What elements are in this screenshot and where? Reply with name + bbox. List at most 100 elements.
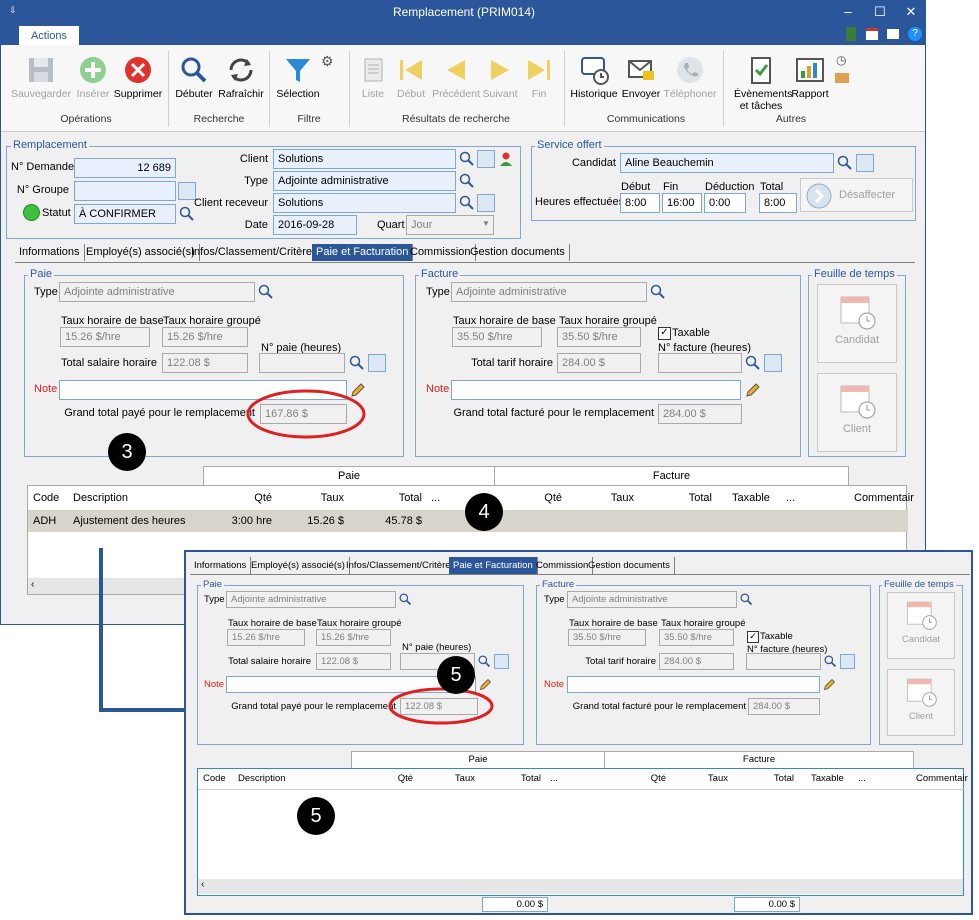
list-button[interactable]: Liste xyxy=(356,54,390,100)
search-icon[interactable] xyxy=(458,194,476,212)
close-button[interactable]: ✕ xyxy=(900,3,922,21)
col-paie-qte[interactable]: Qté xyxy=(373,773,413,784)
quart-select[interactable]: Jour xyxy=(406,215,494,235)
start-search-button[interactable]: Débuter xyxy=(173,54,215,100)
lock-icon[interactable] xyxy=(887,29,899,39)
col-paie-taux[interactable]: Taux xyxy=(433,773,475,784)
facture-type-field[interactable]: Adjointe administrative xyxy=(567,591,737,608)
fin-field[interactable]: 16:00 xyxy=(662,193,702,213)
facture-note-field[interactable] xyxy=(451,380,741,400)
tab-actions[interactable]: Actions xyxy=(18,25,80,46)
col-facture-qte[interactable]: Qté xyxy=(518,492,562,504)
col-paie-more[interactable]: ... xyxy=(550,773,558,784)
history-button[interactable]: Historique xyxy=(568,54,620,100)
paie-taux-base-field[interactable]: 15.26 $/hre xyxy=(227,629,305,646)
search-icon[interactable] xyxy=(257,283,275,301)
tab-informations[interactable]: Informations xyxy=(15,244,85,261)
facture-taux-groupe-field[interactable]: 35.50 $/hre xyxy=(659,629,734,646)
folder-search-icon[interactable] xyxy=(477,150,495,168)
groupe-field[interactable] xyxy=(74,181,176,201)
client-receveur-field[interactable]: Solutions xyxy=(273,193,456,213)
col-facture-total[interactable]: Total xyxy=(658,492,712,504)
taxable-checkbox[interactable]: ✓ xyxy=(658,327,671,340)
date-field[interactable]: 2016-09-28 xyxy=(273,215,357,235)
search-icon[interactable] xyxy=(649,283,667,301)
feuille-client-button[interactable]: Client xyxy=(817,373,897,452)
deduction-field[interactable]: 0:00 xyxy=(704,193,746,213)
calendar-icon[interactable] xyxy=(866,28,878,40)
first-button[interactable]: Début xyxy=(393,54,429,100)
feuille-candidat-button[interactable]: Candidat xyxy=(817,284,897,363)
desaffecter-button[interactable]: Désaffecter xyxy=(800,178,913,212)
report-button[interactable]: Rapport xyxy=(788,54,832,100)
col-taxable[interactable]: Taxable xyxy=(732,492,770,504)
scroll-left-icon[interactable]: ‹ xyxy=(201,879,204,890)
tab-employes[interactable]: Employé(s) associé(s) xyxy=(247,557,350,574)
facture-type-field[interactable]: Adjointe administrative xyxy=(451,282,647,302)
total-tarif-field[interactable]: 284.00 $ xyxy=(659,653,734,670)
search-icon[interactable] xyxy=(348,354,366,372)
col-commentaire[interactable]: Commentair xyxy=(916,773,968,784)
pencil-icon[interactable] xyxy=(822,677,837,692)
facture-taux-groupe-field[interactable]: 35.50 $/hre xyxy=(557,327,641,347)
insert-button[interactable]: Insérer xyxy=(73,54,113,100)
col-paie-qte[interactable]: Qté xyxy=(228,492,272,504)
paie-type-field[interactable]: Adjointe administrative xyxy=(59,282,255,302)
col-paie-total[interactable]: Total xyxy=(493,773,541,784)
taxable-checkbox[interactable]: ✓ xyxy=(747,631,759,643)
tab-infos-classement[interactable]: Infos/Classement/Critères xyxy=(187,244,323,261)
total-salaire-field[interactable]: 122.08 $ xyxy=(316,653,391,670)
col-description[interactable]: Description xyxy=(238,773,286,784)
col-facture-qte[interactable]: Qté xyxy=(626,773,666,784)
selection-button[interactable]: Sélection xyxy=(273,54,323,100)
tab-paie-facturation[interactable]: Paie et Facturation xyxy=(449,557,538,574)
delete-button[interactable]: Supprimer xyxy=(112,54,164,100)
tab-employes[interactable]: Employé(s) associé(s) xyxy=(82,244,200,261)
search-icon[interactable] xyxy=(836,154,854,172)
feuille-client-button[interactable]: Client xyxy=(887,669,955,736)
calculator-icon[interactable] xyxy=(846,27,856,41)
paie-taux-groupe-field[interactable]: 15.26 $/hre xyxy=(162,327,248,347)
events-button[interactable]: Évènements et tâches xyxy=(734,54,792,112)
col-facture-more[interactable]: ... xyxy=(786,492,795,504)
paie-taux-groupe-field[interactable]: 15.26 $/hre xyxy=(316,629,391,646)
chevron-down-icon[interactable]: ▼ xyxy=(482,219,490,228)
gear-icon[interactable]: ⚙ xyxy=(321,53,334,70)
col-description[interactable]: Description xyxy=(73,492,128,504)
search-icon[interactable] xyxy=(398,592,413,607)
total-field[interactable]: 8:00 xyxy=(759,193,797,213)
send-button[interactable]: Envoyer xyxy=(621,54,661,100)
col-taxable[interactable]: Taxable xyxy=(811,773,844,784)
demande-field[interactable]: 12 689 xyxy=(74,158,176,178)
client-field[interactable]: Solutions xyxy=(273,149,456,169)
search-icon[interactable] xyxy=(739,592,754,607)
facture-grand-total-field[interactable]: 284.00 $ xyxy=(658,404,742,424)
folder-search-icon[interactable] xyxy=(368,354,386,372)
col-paie-taux[interactable]: Taux xyxy=(298,492,344,504)
next-button[interactable]: Suivant xyxy=(481,54,519,100)
search-icon[interactable] xyxy=(823,654,838,669)
maximize-button[interactable]: ☐ xyxy=(869,3,891,21)
tab-informations[interactable]: Informations xyxy=(190,557,252,574)
feuille-candidat-button[interactable]: Candidat xyxy=(887,592,955,659)
facture-taux-base-field[interactable]: 35.50 $/hre xyxy=(452,327,542,347)
paie-taux-base-field[interactable]: 15.26 $/hre xyxy=(60,327,150,347)
nfacture-field[interactable] xyxy=(746,653,821,670)
paie-type-field[interactable]: Adjointe administrative xyxy=(226,591,396,608)
total-tarif-field[interactable]: 284.00 $ xyxy=(557,353,641,373)
horizontal-scrollbar[interactable]: ‹ xyxy=(198,879,963,894)
minimize-button[interactable]: – xyxy=(837,3,859,21)
col-commentaire[interactable]: Commentair xyxy=(854,492,914,504)
search-icon[interactable] xyxy=(744,354,762,372)
search-icon[interactable] xyxy=(458,150,476,168)
tray-icon[interactable] xyxy=(835,73,849,83)
folder-search-icon[interactable] xyxy=(764,354,782,372)
save-button[interactable]: Sauvegarder xyxy=(9,54,73,100)
col-code[interactable]: Code xyxy=(203,773,226,784)
scroll-left-icon[interactable]: ‹ xyxy=(31,579,34,590)
pencil-icon[interactable] xyxy=(744,381,762,399)
folder-search-icon[interactable] xyxy=(840,654,855,669)
col-facture-taux[interactable]: Taux xyxy=(588,492,634,504)
tab-paie-facturation[interactable]: Paie et Facturation xyxy=(312,244,414,261)
candidat-field[interactable]: Aline Beauchemin xyxy=(620,153,834,173)
